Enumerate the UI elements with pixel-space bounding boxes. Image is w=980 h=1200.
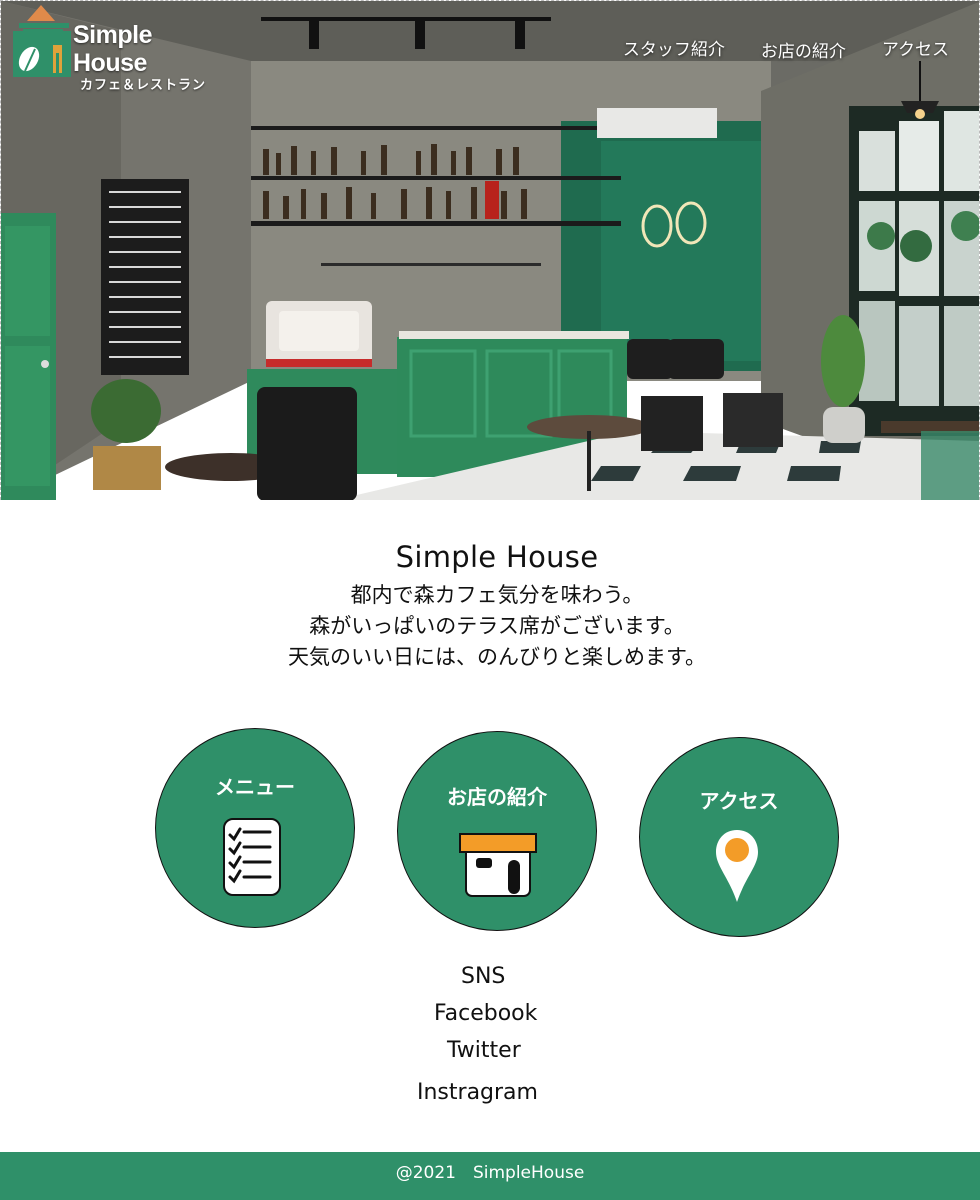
brand-subtitle: カフェ＆レストラン	[80, 78, 207, 93]
shop-icon	[459, 833, 537, 897]
brand-title: Simple House	[73, 21, 152, 77]
intro-line: 森がいっぱいのテラス席がございます。	[309, 614, 685, 638]
shop-intro-button[interactable]: お店の紹介	[397, 731, 597, 931]
sns-title: SNS	[461, 964, 506, 989]
checklist-icon	[223, 818, 281, 896]
intro-section: Simple House 都内で森カフェ気分を味わう。 森がいっぱいのテラス席が…	[0, 540, 980, 673]
brand-logo[interactable]: Simple House カフェ＆レストラン	[13, 5, 213, 93]
access-button-label: アクセス	[699, 789, 779, 813]
facebook-link[interactable]: Facebook	[434, 1001, 537, 1026]
house-leaf-icon	[13, 5, 71, 77]
main-nav: スタッフ紹介 お店の紹介 アクセス	[623, 35, 949, 62]
menu-button[interactable]: メニュー	[155, 728, 355, 928]
shop-intro-button-label: お店の紹介	[447, 785, 547, 809]
nav-item-shop[interactable]: お店の紹介	[761, 37, 846, 62]
copyright-text: @2021 SimpleHouse	[395, 1163, 585, 1183]
menu-button-label: メニュー	[215, 775, 295, 799]
twitter-link[interactable]: Twitter	[447, 1038, 521, 1063]
intro-line: 都内で森カフェ気分を味わう。	[350, 583, 644, 607]
intro-text: 都内で森カフェ気分を味わう。 森がいっぱいのテラス席がございます。 天気のいい日…	[14, 580, 980, 673]
intro-line: 天気のいい日には、のんびりと楽しめます。	[288, 645, 706, 669]
footer: @2021 SimpleHouse	[0, 1152, 980, 1200]
instagram-link[interactable]: Instragram	[417, 1080, 538, 1105]
nav-item-staff[interactable]: スタッフ紹介	[623, 35, 725, 62]
access-button[interactable]: アクセス	[639, 737, 839, 937]
map-pin-icon	[716, 830, 758, 902]
nav-item-access[interactable]: アクセス	[882, 35, 949, 62]
intro-heading: Simple House	[395, 540, 599, 574]
hero-header: Simple House カフェ＆レストラン スタッフ紹介 お店の紹介 アクセス	[0, 0, 980, 500]
